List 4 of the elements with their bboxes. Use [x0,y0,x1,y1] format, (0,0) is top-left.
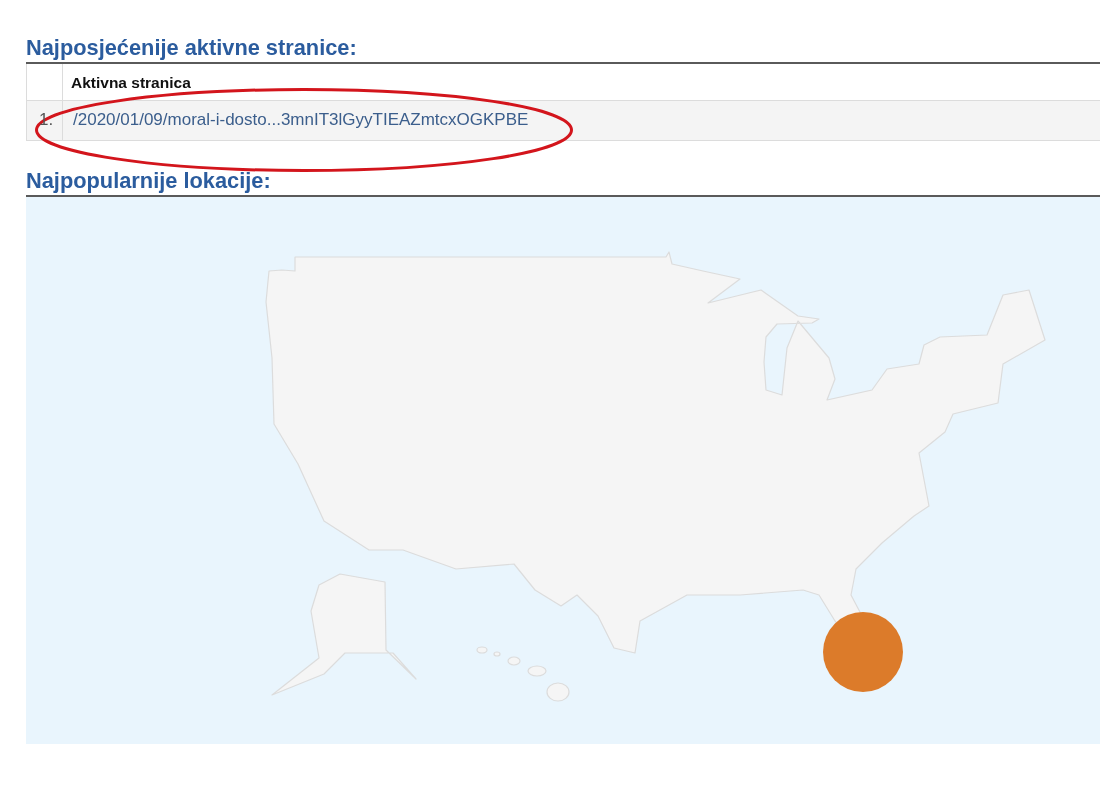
location-marker-icon [823,611,903,692]
column-header: Aktivna stranica [71,73,191,91]
section-heading: Najpopularnije lokacije: [26,167,271,194]
section-heading: Najposjećenije aktivne stranice: [26,35,357,61]
